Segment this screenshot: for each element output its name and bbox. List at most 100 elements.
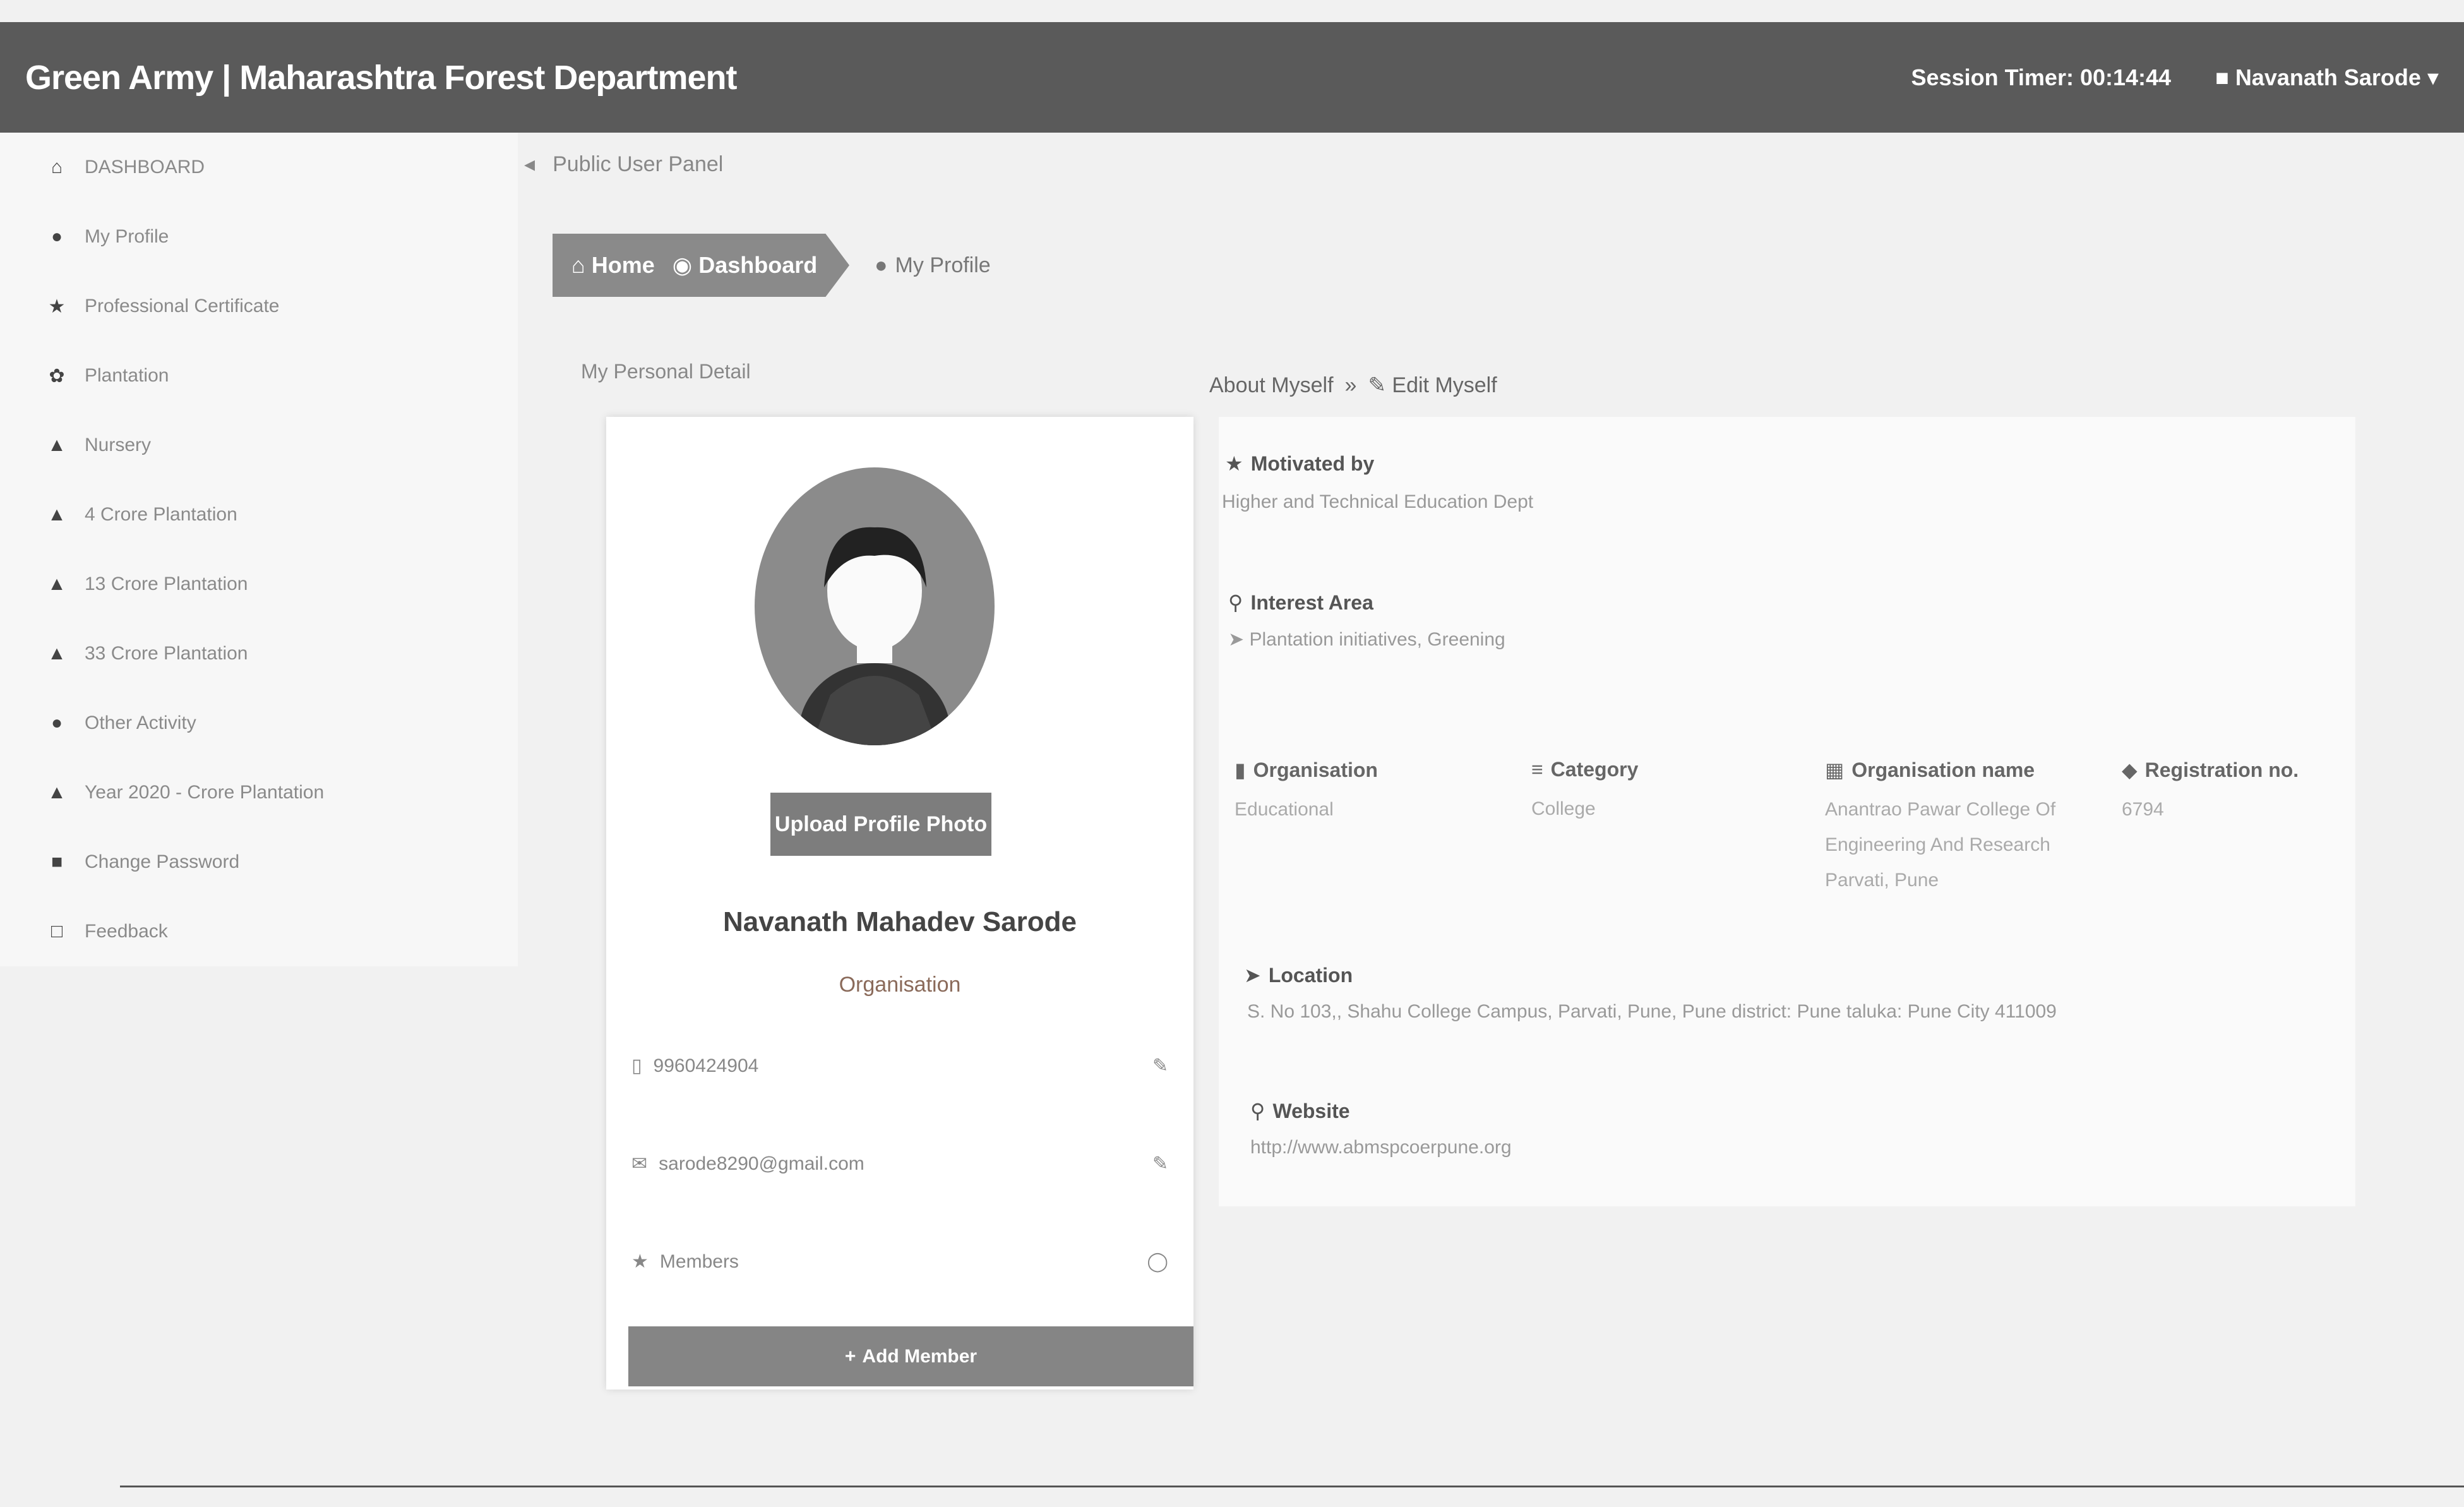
panel-icon: ◂ (524, 152, 535, 176)
sidebar-item-nursery[interactable]: ▲ Nursery (0, 411, 518, 480)
sidebar-item-year-2020[interactable]: ▲ Year 2020 - Crore Plantation (0, 758, 518, 827)
home-icon: ⌂ (571, 252, 585, 278)
location-arrow-icon: ➤ (1244, 964, 1261, 987)
session-timer: Session Timer: 00:14:44 (1911, 64, 2172, 90)
breadcrumb-home[interactable]: ⌂ Home (571, 252, 655, 279)
building-icon: ▦ (1825, 759, 1845, 781)
user-icon: ● (51, 226, 63, 247)
sidebar-item-13-crore[interactable]: ▲ 13 Crore Plantation (0, 549, 518, 619)
add-member-button[interactable]: + Add Member (628, 1326, 1193, 1386)
add-member-label: Add Member (862, 1345, 978, 1367)
sidebar-item-label: Change Password (85, 851, 240, 872)
caret-down-icon: ▾ (2427, 64, 2439, 90)
sidebar-item-4-crore[interactable]: ▲ 4 Crore Plantation (0, 480, 518, 549)
sidebar-item-my-profile[interactable]: ● My Profile (0, 202, 518, 272)
edit-icon[interactable]: ✎ (1152, 1153, 1168, 1175)
breadcrumb-current: ● My Profile (875, 253, 991, 278)
location-value: S. No 103,, Shahu College Campus, Parvat… (1247, 1001, 2057, 1022)
app-title[interactable]: Green Army | Maharashtra Forest Departme… (25, 58, 737, 97)
location-label: ➤ Location (1244, 963, 1353, 987)
page-title: ◂ Public User Panel (524, 152, 723, 177)
interest-area-title: Interest Area (1250, 591, 1373, 614)
breadcrumb-current-label: My Profile (895, 253, 991, 277)
email-icon: ✉ (631, 1153, 648, 1174)
tag-icon: ◆ (2122, 759, 2138, 781)
breadcrumb: ⌂ Home ◉ Dashboard ● My Profile (553, 234, 991, 297)
about-title: About Myself (1209, 373, 1334, 397)
sidebar-item-label: Professional Certificate (85, 296, 280, 316)
profile-card: Upload Profile Photo Navanath Mahadev Sa… (606, 417, 1193, 1390)
tree-icon: ▲ (47, 573, 66, 594)
sidebar-item-label: 13 Crore Plantation (85, 573, 248, 594)
breadcrumb-dashboard-label: Dashboard (698, 252, 818, 278)
sidebar-item-other-activity[interactable]: ● Other Activity (0, 688, 518, 758)
tree-icon: ▲ (47, 643, 66, 664)
members-label: Members (659, 1251, 739, 1272)
organisation-name-value: Anantrao Pawar College Of Engineering An… (1825, 799, 2056, 891)
organisation-value: Educational (1235, 799, 1334, 820)
sidebar-item-label: DASHBOARD (85, 157, 205, 177)
users-icon: ★ (631, 1251, 649, 1272)
sidebar-item-label: Nursery (85, 435, 152, 455)
category-field: ≡ Category College (1531, 758, 1809, 827)
breadcrumb-home-label: Home (591, 252, 655, 278)
sidebar-item-dashboard[interactable]: ⌂ DASHBOARD (0, 133, 518, 202)
sidebar-item-change-password[interactable]: ■ Change Password (0, 827, 518, 897)
organisation-field: ▮ Organisation Educational (1235, 758, 1512, 827)
about-header: About Myself » ✎ Edit Myself (1209, 373, 1497, 398)
edit-myself-link[interactable]: ✎ Edit Myself (1368, 373, 1497, 398)
tree-icon: ▲ (47, 504, 66, 525)
user-icon: ■ (2215, 64, 2229, 90)
user-icon: ● (875, 253, 888, 277)
sidebar-item-label: Feedback (85, 921, 168, 942)
motivated-by-title: Motivated by (1250, 452, 1375, 475)
certificate-icon: ★ (48, 296, 66, 317)
sidebar-item-plantation[interactable]: ✿ Plantation (0, 341, 518, 411)
avatar-person-icon (799, 527, 950, 745)
home-icon: ⌂ (51, 157, 63, 177)
info-icon[interactable]: ◯ (1147, 1251, 1168, 1273)
user-menu[interactable]: ■ Navanath Sarode ▾ (2215, 64, 2439, 91)
website-value[interactable]: http://www.abmspcoerpune.org (1250, 1137, 1512, 1158)
profile-type: Organisation (839, 973, 961, 997)
registration-value: 6794 (2122, 799, 2164, 820)
location-title: Location (1268, 963, 1353, 987)
phone-value: 9960424904 (653, 1055, 759, 1076)
top-navbar: Green Army | Maharashtra Forest Departme… (0, 22, 2464, 133)
organisation-name-field: ▦ Organisation name Anantrao Pawar Colleg… (1825, 758, 2115, 898)
organisation-name-title: Organisation name (1851, 758, 2035, 781)
pencil-icon: ✎ (1368, 373, 1386, 397)
tree-icon: ▲ (47, 782, 66, 803)
edit-myself-label: Edit Myself (1392, 373, 1497, 397)
sidebar-item-label: Year 2020 - Crore Plantation (85, 782, 325, 803)
sidebar-item-label: 4 Crore Plantation (85, 504, 237, 525)
sidebar-item-label: Other Activity (85, 712, 196, 733)
email-row: ✉ sarode8290@gmail.com ✎ (631, 1153, 1168, 1175)
sidebar-item-label: Plantation (85, 365, 169, 386)
motivated-by-value: Higher and Technical Education Dept (1222, 491, 1534, 512)
bookmark-icon: ▮ (1235, 759, 1246, 781)
leaf-icon: ✿ (49, 365, 65, 387)
profile-name: Navanath Mahadev Sarode (723, 906, 1077, 937)
upload-profile-photo-button[interactable]: Upload Profile Photo (770, 793, 991, 856)
sidebar-item-certificate[interactable]: ★ Professional Certificate (0, 272, 518, 341)
website-label: ⚲ Website (1250, 1099, 1350, 1123)
interest-area-text: Plantation initiatives, Greening (1249, 629, 1505, 650)
sidebar-item-33-crore[interactable]: ▲ 33 Crore Plantation (0, 619, 518, 688)
interest-area-value: ➤ Plantation initiatives, Greening (1228, 628, 1505, 651)
plus-icon: + (844, 1345, 856, 1367)
category-icon: ≡ (1531, 758, 1543, 781)
divider (120, 1486, 2464, 1487)
lock-icon: ■ (51, 851, 63, 872)
breadcrumb-dashboard[interactable]: ◉ Dashboard (673, 252, 817, 279)
registration-title: Registration no. (2144, 758, 2299, 781)
edit-icon[interactable]: ✎ (1152, 1055, 1168, 1077)
email-value: sarode8290@gmail.com (659, 1153, 864, 1174)
sidebar-item-feedback[interactable]: □ Feedback (0, 897, 518, 966)
members-row: ★ Members ◯ (631, 1251, 1168, 1273)
user-name: Navanath Sarode (2235, 64, 2421, 90)
section-label: My Personal Detail (581, 360, 751, 383)
comment-icon: □ (51, 921, 63, 942)
page-title-text: Public User Panel (553, 152, 724, 176)
organisation-title: Organisation (1253, 758, 1378, 781)
